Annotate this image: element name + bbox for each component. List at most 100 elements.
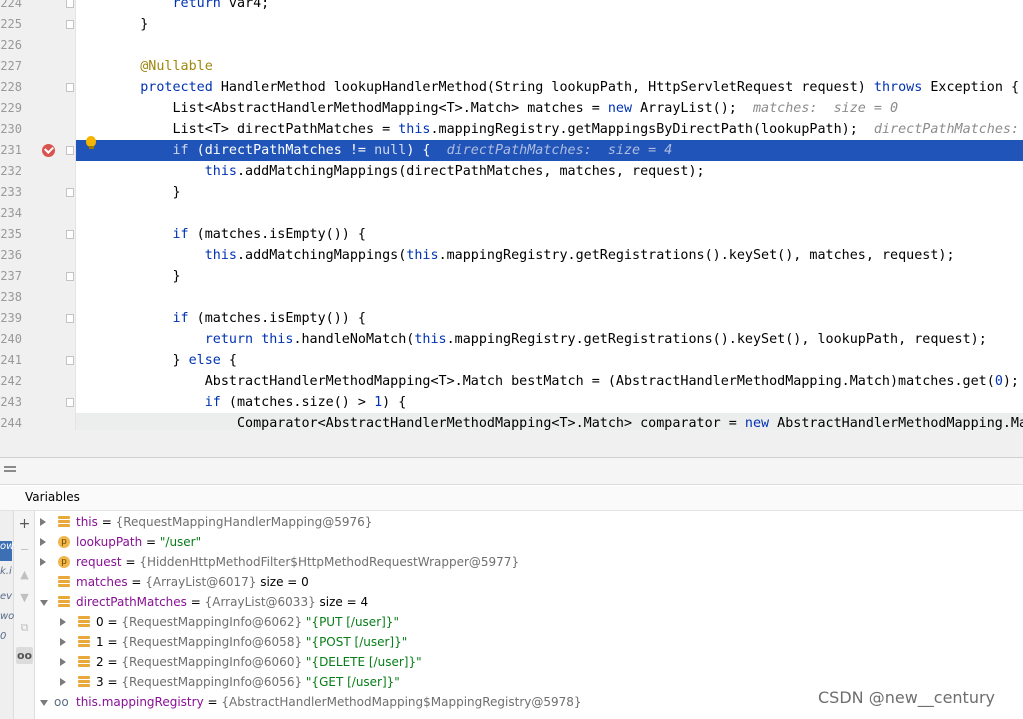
current-execution-line[interactable]: if (directPathMatches != null) { directP… [76, 136, 1023, 161]
code-line[interactable]: protected HandlerMethod lookupHandlerMet… [76, 77, 1023, 98]
variable-row[interactable]: 1 = {RequestMappingInfo@6058} "{POST [/u… [36, 632, 1023, 652]
gutter-row[interactable]: 231 [0, 140, 76, 161]
code-line[interactable]: List<AbstractHandlerMethodMapping<T>.Mat… [76, 98, 1023, 119]
code-line[interactable]: @Nullable [76, 56, 1023, 77]
code-token: } [108, 17, 149, 32]
code-text: } [108, 182, 180, 203]
fold-marker-icon[interactable] [66, 314, 74, 323]
expand-arrow-icon[interactable] [60, 618, 66, 626]
expand-arrow-icon[interactable] [60, 638, 66, 646]
fold-marker-icon[interactable] [66, 272, 74, 281]
line-number: 239 [0, 311, 22, 325]
gutter-row[interactable]: 244 [0, 413, 76, 430]
code-line[interactable]: List<T> directPathMatches = this.mapping… [76, 119, 1023, 140]
code-text: return var4; [108, 0, 270, 14]
code-line[interactable]: return var4; [76, 0, 1023, 14]
gutter-row[interactable]: 224 [0, 0, 76, 14]
code-token: return [172, 0, 221, 11]
fold-marker-icon[interactable] [66, 83, 74, 92]
expand-arrow-icon[interactable] [40, 518, 46, 526]
gutter-row[interactable]: 225 [0, 14, 76, 35]
code-line[interactable]: this.addMatchingMappings(this.mappingReg… [76, 245, 1023, 266]
copy-icon[interactable]: ⧉ [16, 619, 33, 636]
gutter-row[interactable]: 234 [0, 203, 76, 224]
gutter-row[interactable]: 236 [0, 245, 76, 266]
frames-panel-edge: ow k.i ev wo 0 [0, 511, 14, 719]
expand-arrow-icon[interactable] [40, 558, 46, 566]
code-line[interactable]: if (matches.isEmpty()) { [76, 224, 1023, 245]
fold-marker-icon[interactable] [66, 188, 74, 197]
variable-name: directPathMatches [76, 595, 187, 609]
variable-row[interactable]: directPathMatches = {ArrayList@6033} siz… [36, 592, 1023, 612]
code-editor[interactable]: 224 225 226 227 228 229 230 231 232 233 234 235 236 2… [0, 0, 1023, 430]
field-icon [58, 516, 70, 528]
variable-row[interactable]: 0 = {RequestMappingInfo@6062} "{PUT [/us… [36, 612, 1023, 632]
variable-row[interactable]: this = {RequestMappingHandlerMapping@597… [36, 512, 1023, 532]
gutter-row[interactable]: 226 [0, 35, 76, 56]
variable-row[interactable]: matches = {ArrayList@6017} size = 0 [36, 572, 1023, 592]
line-number: 237 [0, 269, 22, 283]
remove-watch-icon[interactable]: − [16, 541, 33, 558]
gutter-row[interactable]: 228 [0, 77, 76, 98]
frames-list-icon[interactable] [4, 466, 16, 476]
fold-marker-icon[interactable] [66, 230, 74, 239]
fold-marker-icon[interactable] [66, 0, 74, 8]
code-token: (directPathMatches != [188, 143, 375, 158]
variable-equals: = [97, 515, 116, 529]
gutter-row[interactable]: 229 [0, 98, 76, 119]
code-token: 0 [994, 374, 1003, 389]
code-line[interactable]: if (matches.isEmpty()) { [76, 308, 1023, 329]
move-up-icon[interactable]: ▲ [16, 566, 33, 583]
show-watches-icon[interactable]: oo [16, 647, 33, 664]
code-line[interactable] [76, 203, 1023, 224]
code-line[interactable] [76, 287, 1023, 308]
expand-arrow-icon[interactable] [60, 678, 66, 686]
editor-gutter[interactable]: 224 225 226 227 228 229 230 231 232 233 234 235 236 2… [0, 0, 76, 430]
variable-name: request [76, 555, 122, 569]
code-line[interactable]: Comparator<AbstractHandlerMethodMapping<… [76, 413, 1023, 430]
breakpoint-icon[interactable] [42, 144, 55, 157]
gutter-row[interactable]: 233 [0, 182, 76, 203]
code-line[interactable] [76, 35, 1023, 56]
gutter-row[interactable]: 230 [0, 119, 76, 140]
gutter-row[interactable]: 241 [0, 350, 76, 371]
collapse-arrow-icon[interactable] [40, 700, 48, 706]
variable-text: 3 = {RequestMappingInfo@6056} "{GET [/us… [96, 672, 400, 692]
gutter-row[interactable]: 235 [0, 224, 76, 245]
fold-marker-icon[interactable] [66, 398, 74, 407]
gutter-row[interactable]: 237 [0, 266, 76, 287]
expand-arrow-icon[interactable] [60, 658, 66, 666]
code-line[interactable]: this.addMatchingMappings(directPathMatch… [76, 161, 1023, 182]
gutter-row[interactable]: 242 [0, 371, 76, 392]
code-line[interactable]: } [76, 14, 1023, 35]
code-token: .addMatchingMappings(directPathMatches, … [237, 164, 705, 179]
gutter-row[interactable]: 238 [0, 287, 76, 308]
fold-marker-icon[interactable] [66, 356, 74, 365]
code-line[interactable]: } [76, 266, 1023, 287]
fold-marker-icon[interactable] [66, 146, 74, 155]
intention-bulb-icon[interactable] [86, 136, 96, 149]
code-line[interactable]: } else { [76, 350, 1023, 371]
gutter-row[interactable]: 232 [0, 161, 76, 182]
variable-row[interactable]: 2 = {RequestMappingInfo@6060} "{DELETE [… [36, 652, 1023, 672]
code-line[interactable]: AbstractHandlerMethodMapping<T>.Match be… [76, 371, 1023, 392]
code-line[interactable]: if (matches.size() > 1) { [76, 392, 1023, 413]
new-watch-plus-icon[interactable]: + [16, 516, 33, 533]
gutter-row[interactable]: 243 [0, 392, 76, 413]
variable-row[interactable]: p request = {HiddenHttpMethodFilter$HttpM… [36, 552, 1023, 572]
fold-marker-icon[interactable] [66, 20, 74, 29]
gutter-row[interactable]: 240 [0, 329, 76, 350]
code-line[interactable]: } [76, 182, 1023, 203]
gutter-row[interactable]: 227 [0, 56, 76, 77]
field-icon [78, 636, 90, 648]
expand-arrow-icon[interactable] [40, 538, 46, 546]
code-line[interactable]: return this.handleNoMatch(this.mappingRe… [76, 329, 1023, 350]
gutter-row[interactable]: 239 [0, 308, 76, 329]
move-down-icon[interactable]: ▼ [16, 589, 33, 606]
variable-row[interactable]: p lookupPath = "/user" [36, 532, 1023, 552]
collapse-arrow-icon[interactable] [40, 600, 48, 606]
line-number: 243 [0, 395, 22, 409]
